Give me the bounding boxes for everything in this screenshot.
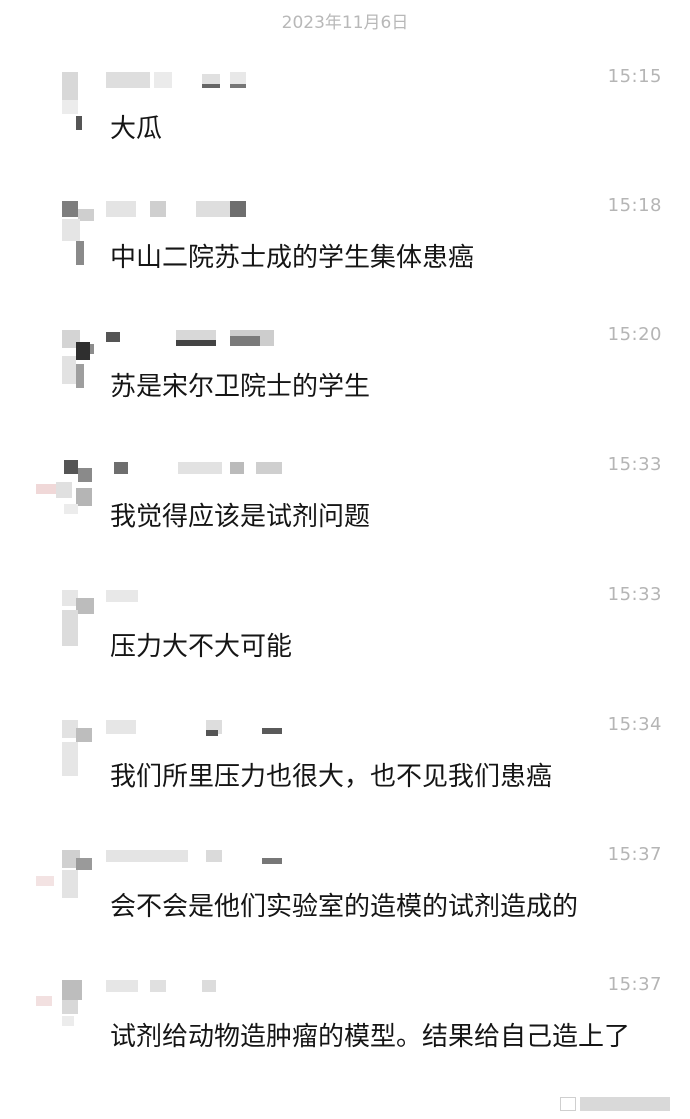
avatar[interactable] [36,72,96,132]
message-text[interactable]: 压力大不大可能 [110,626,655,668]
message-timestamp: 15:33 [607,584,662,605]
sender-name-pixelated [106,850,306,870]
message-text[interactable]: 大瓜 [110,108,655,150]
message-timestamp: 15:34 [607,714,662,735]
message-text[interactable]: 我觉得应该是试剂问题 [110,496,655,538]
avatar[interactable] [36,460,96,520]
message-timestamp: 15:37 [607,844,662,865]
message-timestamp: 15:15 [607,66,662,87]
avatar[interactable] [36,720,96,780]
avatar[interactable] [36,201,96,265]
avatar[interactable] [36,980,96,1040]
sender-name-pixelated [106,720,306,740]
watermark-pixelated [560,1097,670,1111]
message-text[interactable]: 会不会是他们实验室的造模的试剂造成的 [110,886,655,928]
message-timestamp: 15:20 [607,324,662,345]
sender-name-pixelated [106,980,306,1000]
message-text[interactable]: 我们所里压力也很大，也不见我们患癌 [110,756,655,798]
sender-name-pixelated [106,460,306,480]
message-text[interactable]: 试剂给动物造肿瘤的模型。结果给自己造上了 [110,1016,655,1058]
avatar[interactable] [36,590,96,650]
avatar[interactable] [36,850,96,910]
sender-name-pixelated [106,201,306,221]
sender-name-pixelated [106,72,306,92]
message-text[interactable]: 中山二院苏士成的学生集体患癌 [110,237,655,279]
chat-date-header: 2023年11月6日 [281,13,409,33]
sender-name-pixelated [106,330,306,350]
message-text[interactable]: 苏是宋尔卫院士的学生 [110,366,655,408]
avatar[interactable] [36,330,96,390]
message-timestamp: 15:18 [607,195,662,216]
message-timestamp: 15:37 [607,974,662,995]
message-timestamp: 15:33 [607,454,662,475]
sender-name-pixelated [106,590,306,610]
